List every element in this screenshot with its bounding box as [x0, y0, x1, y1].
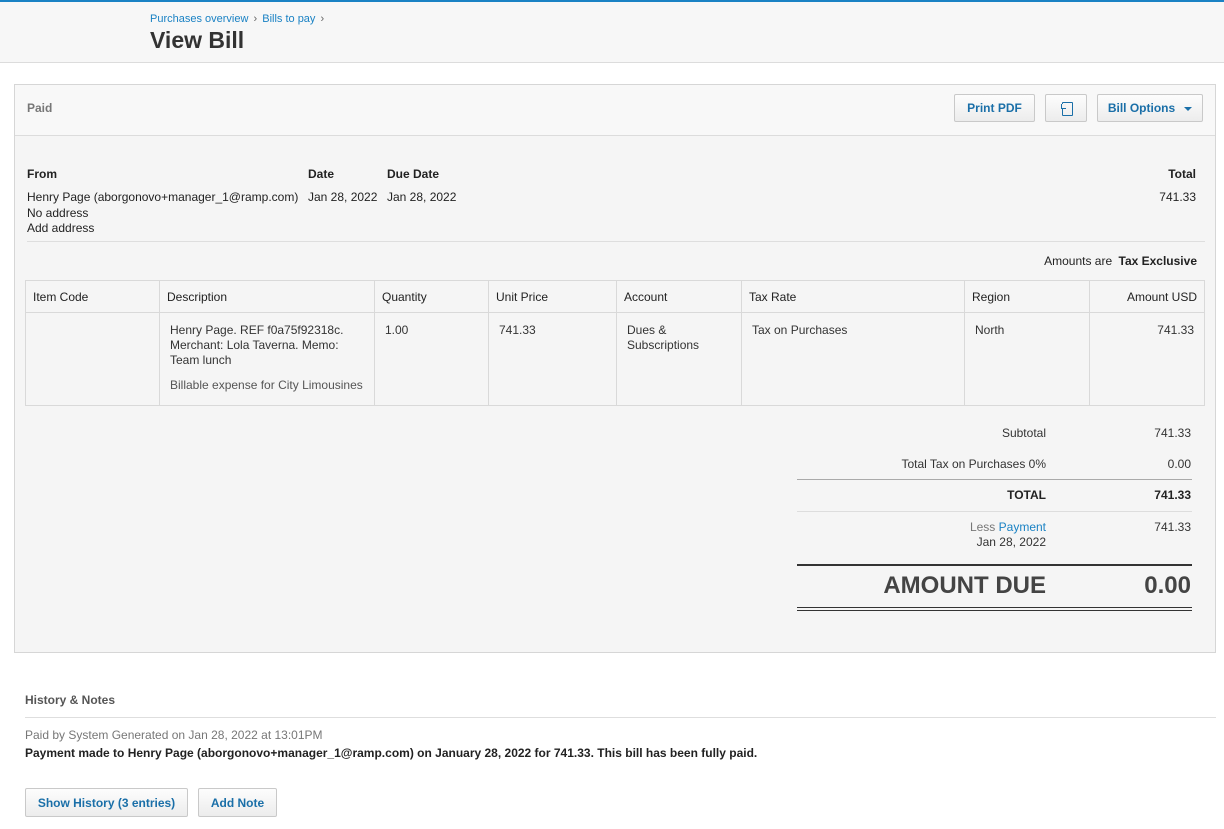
- tax-rate-cell: Tax on Purchases: [741, 312, 965, 406]
- column-header: Amount USD: [1089, 280, 1205, 313]
- date-header: Date: [308, 167, 335, 181]
- column-header: Account: [616, 280, 742, 313]
- tax-total-label: Total Tax on Purchases 0%: [901, 457, 1046, 471]
- breadcrumb-separator: ›: [320, 13, 325, 25]
- table-header-row: Item Code Description Quantity Unit Pric…: [25, 280, 1205, 313]
- breadcrumb: Purchases overview › Bills to pay ›: [150, 13, 326, 25]
- account-cell: Dues & Subscriptions: [616, 312, 742, 406]
- total-label: TOTAL: [1007, 488, 1046, 502]
- payment-date: Jan 28, 2022: [976, 535, 1046, 549]
- page-title: View Bill: [150, 27, 245, 53]
- total-value: 741.33: [1154, 488, 1191, 502]
- divider: [797, 479, 1192, 480]
- column-header: Tax Rate: [741, 280, 965, 313]
- copy-bill-button[interactable]: [1045, 94, 1087, 122]
- payment-amount-link[interactable]: 741.33: [1154, 520, 1191, 534]
- divider: [25, 717, 1216, 718]
- from-contact-link[interactable]: Henry Page (aborgonovo+manager_1@ramp.co…: [27, 190, 298, 204]
- column-header: Description: [159, 280, 375, 313]
- quantity-cell: 1.00: [374, 312, 489, 406]
- add-address-link[interactable]: Add address: [27, 221, 94, 235]
- divider: [797, 607, 1192, 608]
- amount-due-label: AMOUNT DUE: [883, 572, 1046, 599]
- total-header: Total: [1168, 167, 1196, 181]
- print-pdf-button[interactable]: Print PDF: [954, 94, 1035, 122]
- subtotal-value: 741.33: [1154, 426, 1191, 440]
- divider: [797, 610, 1192, 611]
- breadcrumb-purchases-overview[interactable]: Purchases overview: [150, 13, 248, 25]
- tax-total-value: 0.00: [1167, 457, 1191, 471]
- no-address-text: No address: [27, 206, 89, 220]
- tax-mode-value: Tax Exclusive: [1118, 254, 1198, 268]
- breadcrumb-separator: ›: [253, 13, 258, 25]
- description-text: Henry Page. REF f0a75f92318c. Merchant: …: [170, 323, 344, 367]
- unit-price-cell: 741.33: [488, 312, 617, 406]
- description-note: Billable expense for City Limousines: [170, 378, 363, 392]
- bill-total: 741.33: [1159, 190, 1196, 204]
- column-header: Quantity: [374, 280, 489, 313]
- bill-due-date: Jan 28, 2022: [387, 190, 457, 204]
- bill-options-button[interactable]: Bill Options: [1097, 94, 1203, 122]
- bill-panel-header: Paid Print PDF Bill Options: [15, 85, 1215, 136]
- table-row[interactable]: Henry Page. REF f0a75f92318c. Merchant: …: [25, 312, 1205, 406]
- payment-link[interactable]: Payment: [999, 520, 1046, 534]
- copy-icon: [1060, 101, 1073, 116]
- history-entry-meta: Paid by System Generated on Jan 28, 2022…: [25, 728, 323, 742]
- history-notes-title: History & Notes: [25, 693, 116, 707]
- subtotal-label: Subtotal: [1001, 426, 1046, 440]
- bill-options-label: Bill Options: [1107, 101, 1176, 115]
- less-payment-line: Less Payment: [970, 520, 1046, 534]
- description-cell: Henry Page. REF f0a75f92318c. Merchant: …: [159, 312, 375, 406]
- status-badge: Paid: [27, 101, 53, 115]
- item-code-cell: [25, 312, 160, 406]
- column-header: Item Code: [25, 280, 160, 313]
- from-header: From: [27, 167, 57, 181]
- less-label: Less: [969, 520, 996, 534]
- add-note-button[interactable]: Add Note: [198, 788, 277, 817]
- history-entry-text: Payment made to Henry Page (aborgonovo+m…: [25, 746, 758, 760]
- page-header: Purchases overview › Bills to pay › View…: [0, 0, 1224, 63]
- column-header: Region: [964, 280, 1090, 313]
- amounts-are-note: Amounts are Tax Exclusive: [1044, 254, 1197, 268]
- bill-date: Jan 28, 2022: [308, 190, 378, 204]
- divider: [27, 241, 1205, 242]
- due-date-header: Due Date: [387, 167, 440, 181]
- amount-cell: 741.33: [1089, 312, 1205, 406]
- chevron-down-icon: [1184, 107, 1193, 111]
- divider: [797, 564, 1192, 566]
- breadcrumb-bills-to-pay[interactable]: Bills to pay: [262, 13, 315, 25]
- amounts-are-label: Amounts are: [1044, 254, 1113, 268]
- region-cell: North: [964, 312, 1090, 406]
- amount-due-value: 0.00: [1144, 572, 1191, 599]
- bill-panel: Paid Print PDF Bill Options From Date Du…: [14, 84, 1216, 653]
- divider: [797, 511, 1192, 512]
- show-history-button[interactable]: Show History (3 entries): [25, 788, 188, 817]
- column-header: Unit Price: [488, 280, 617, 313]
- line-items-table: Item Code Description Quantity Unit Pric…: [25, 280, 1205, 406]
